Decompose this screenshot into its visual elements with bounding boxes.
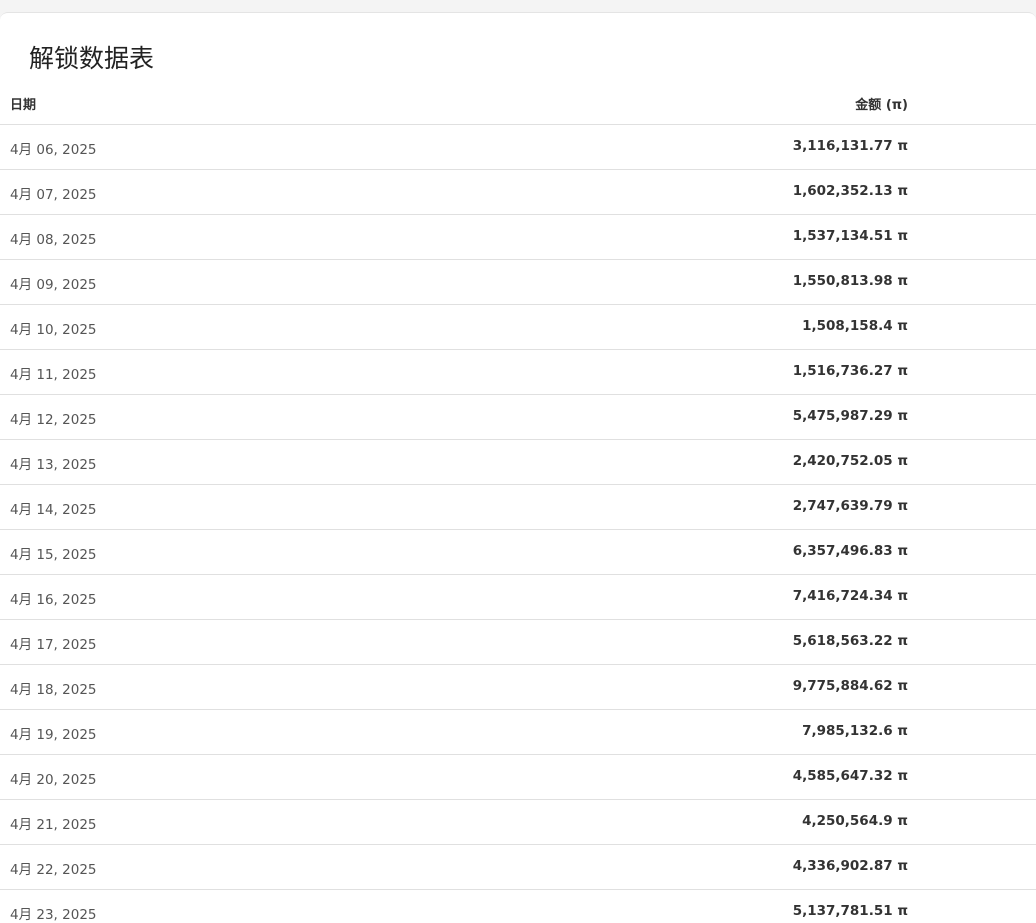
cell-amount: 1,550,813.98 π (792, 273, 908, 289)
table-row: 4月 17, 2025 5,618,563.22 π (0, 620, 1036, 665)
table-row: 4月 20, 2025 4,585,647.32 π (0, 755, 1036, 800)
unlock-data-table: 日期 金额 (π) 4月 06, 2025 3,116,131.77 π 4月 … (0, 80, 1036, 923)
cell-date: 4月 10, 2025 (10, 322, 97, 338)
cell-amount: 4,585,647.32 π (792, 768, 908, 784)
cell-date: 4月 08, 2025 (10, 232, 97, 248)
cell-amount: 1,602,352.13 π (792, 183, 908, 199)
cell-amount: 2,420,752.05 π (792, 453, 908, 469)
cell-date: 4月 20, 2025 (10, 772, 97, 788)
cell-amount: 4,250,564.9 π (802, 813, 908, 829)
cell-date: 4月 11, 2025 (10, 367, 97, 383)
cell-date: 4月 06, 2025 (10, 142, 97, 158)
cell-amount: 1,508,158.4 π (802, 318, 908, 334)
table-row: 4月 06, 2025 3,116,131.77 π (0, 125, 1036, 170)
column-header-amount: 金额 (π) (855, 98, 908, 113)
table-row: 4月 12, 2025 5,475,987.29 π (0, 395, 1036, 440)
cell-date: 4月 18, 2025 (10, 682, 97, 698)
table-row: 4月 11, 2025 1,516,736.27 π (0, 350, 1036, 395)
table-row: 4月 14, 2025 2,747,639.79 π (0, 485, 1036, 530)
cell-date: 4月 12, 2025 (10, 412, 97, 428)
cell-date: 4月 09, 2025 (10, 277, 97, 293)
cell-amount: 3,116,131.77 π (792, 138, 908, 154)
cell-amount: 2,747,639.79 π (792, 498, 908, 514)
cell-amount: 5,618,563.22 π (792, 633, 908, 649)
cell-date: 4月 16, 2025 (10, 592, 97, 608)
table-row: 4月 08, 2025 1,537,134.51 π (0, 215, 1036, 260)
table-row: 4月 23, 2025 5,137,781.51 π (0, 890, 1036, 923)
cell-amount: 1,537,134.51 π (792, 228, 908, 244)
cell-amount: 1,516,736.27 π (792, 363, 908, 379)
cell-date: 4月 14, 2025 (10, 502, 97, 518)
table-row: 4月 18, 2025 9,775,884.62 π (0, 665, 1036, 710)
cell-amount: 9,775,884.62 π (792, 678, 908, 694)
cell-date: 4月 07, 2025 (10, 187, 97, 203)
cell-date: 4月 23, 2025 (10, 907, 97, 923)
table-row: 4月 07, 2025 1,602,352.13 π (0, 170, 1036, 215)
table-row: 4月 09, 2025 1,550,813.98 π (0, 260, 1036, 305)
table-row: 4月 22, 2025 4,336,902.87 π (0, 845, 1036, 890)
page-title: 解锁数据表 (29, 44, 155, 73)
table-header: 日期 金额 (π) (0, 80, 1036, 125)
table-body: 4月 06, 2025 3,116,131.77 π 4月 07, 2025 1… (0, 125, 1036, 923)
cell-amount: 7,416,724.34 π (792, 588, 908, 604)
cell-amount: 6,357,496.83 π (792, 543, 908, 559)
table-row: 4月 16, 2025 7,416,724.34 π (0, 575, 1036, 620)
table-row: 4月 21, 2025 4,250,564.9 π (0, 800, 1036, 845)
column-header-date: 日期 (10, 98, 37, 113)
table-row: 4月 10, 2025 1,508,158.4 π (0, 305, 1036, 350)
cell-date: 4月 15, 2025 (10, 547, 97, 563)
table-row: 4月 15, 2025 6,357,496.83 π (0, 530, 1036, 575)
cell-date: 4月 19, 2025 (10, 727, 97, 743)
cell-amount: 4,336,902.87 π (792, 858, 908, 874)
cell-date: 4月 22, 2025 (10, 862, 97, 878)
cell-amount: 5,475,987.29 π (792, 408, 908, 424)
table-row: 4月 13, 2025 2,420,752.05 π (0, 440, 1036, 485)
cell-amount: 5,137,781.51 π (792, 903, 908, 919)
cell-date: 4月 17, 2025 (10, 637, 97, 653)
cell-amount: 7,985,132.6 π (802, 723, 908, 739)
cell-date: 4月 21, 2025 (10, 817, 97, 833)
table-row: 4月 19, 2025 7,985,132.6 π (0, 710, 1036, 755)
cell-date: 4月 13, 2025 (10, 457, 97, 473)
unlock-data-card: 解锁数据表 日期 金额 (π) 4月 06, 2025 3,116,131.77… (0, 12, 1036, 923)
